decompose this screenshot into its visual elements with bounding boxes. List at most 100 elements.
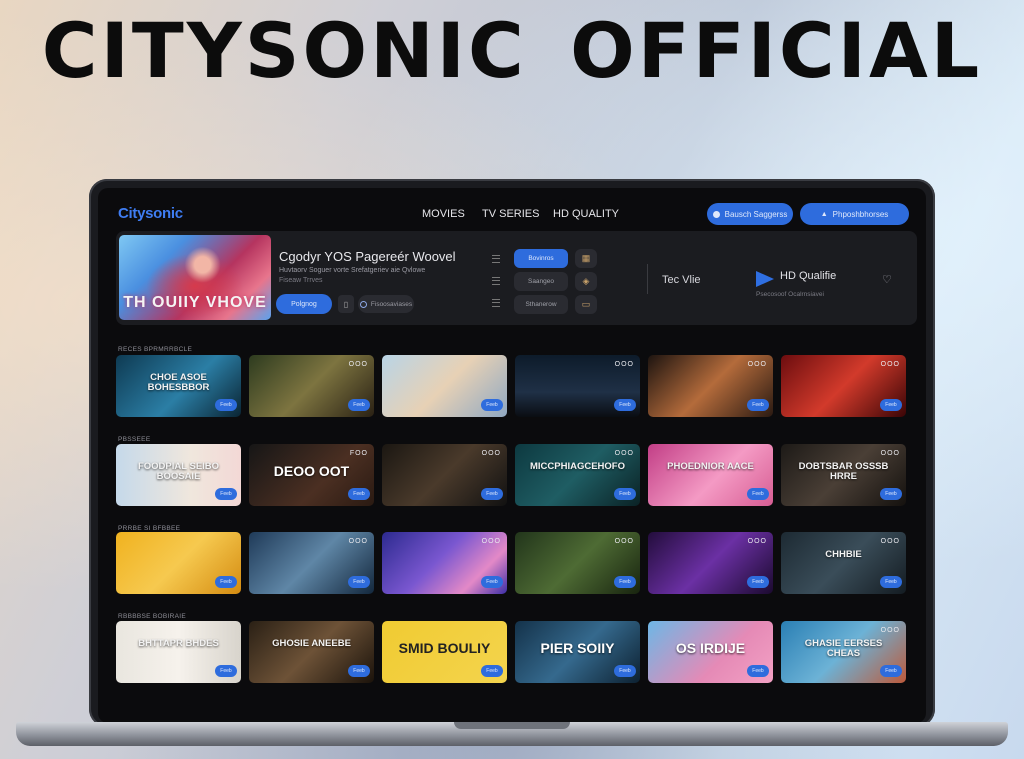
info-chip-label: Fisoosaviases (370, 300, 413, 308)
movie-card-button[interactable]: Feeb (880, 399, 902, 411)
movie-card-button[interactable]: Feeb (348, 488, 370, 500)
movie-card-button[interactable]: Feeb (747, 488, 769, 500)
movie-card[interactable]: CHOE ASOE BOHESBBOR Feeb (116, 355, 241, 417)
movie-card-button[interactable]: Feeb (614, 488, 636, 500)
featured-meta: Fiseaw Trrves (279, 277, 323, 284)
heart-icon[interactable]: ♡ (882, 273, 892, 286)
movie-card-button[interactable]: Feeb (481, 488, 503, 500)
menu-icon (492, 277, 500, 285)
movie-card[interactable]: DOBTSBAR OSSSB HRRE OOO Feeb (781, 444, 906, 506)
top-nav: Citysonic MOVIES TV SERIES HD QUALITY Ba… (98, 188, 926, 234)
movie-card-button[interactable]: Feeb (215, 576, 237, 588)
movie-card-button[interactable]: Feeb (481, 665, 503, 677)
movie-card-button[interactable]: Feeb (215, 488, 237, 500)
featured-description: Huvtaorv Soguer vorte Srefatgeriev aie Q… (279, 267, 426, 274)
movie-card-button[interactable]: Feeb (614, 399, 636, 411)
movie-card[interactable]: DEOO OOT FOO Feeb (249, 444, 374, 506)
app-logo[interactable]: Citysonic (118, 205, 183, 222)
movie-card[interactable]: OOO Feeb (382, 532, 507, 594)
movie-card[interactable]: PIER SOIIY Feeb (515, 621, 640, 683)
movie-card-title: SMID BOULIY (398, 640, 491, 656)
row-title: PBSSEEE (118, 436, 151, 443)
movie-card-title: GHASIE EERSES CHEAS (804, 638, 883, 659)
movie-card-badge: OOO (747, 538, 767, 545)
user-icon (712, 210, 720, 218)
movie-card-title: CHHBIE (825, 549, 862, 560)
screen-icon[interactable]: ▭ (575, 295, 597, 314)
movie-card-button[interactable]: Feeb (481, 576, 503, 588)
movie-card-button[interactable]: Feeb (215, 399, 237, 411)
movie-card[interactable]: CHHBIE OOO Feeb (781, 532, 906, 594)
movie-card-button[interactable]: Feeb (614, 665, 636, 677)
movie-card-button[interactable]: Feeb (614, 576, 636, 588)
nav-button-2-label: Phposhbhorses (832, 209, 889, 219)
movie-card-title: OS IRDIJE (675, 640, 746, 656)
warning-icon: ▲ (820, 210, 828, 218)
movie-card[interactable]: OOO Feeb (648, 355, 773, 417)
movie-card-title: CHOE ASOE BOHESBBOR (147, 372, 210, 393)
movie-card-title: FOODPIAL SEIBO BOOSAIE (137, 461, 220, 482)
movie-card-button[interactable]: Feeb (481, 399, 503, 411)
nav-button-2[interactable]: ▲ Phposhbhorses (800, 203, 909, 225)
movie-card[interactable]: Feeb (382, 355, 507, 417)
hd-quality-sub: Psecosoof Ocalrnsiavei (756, 291, 824, 298)
movie-card[interactable]: GHASIE EERSES CHEAS OOO Feeb (781, 621, 906, 683)
movie-card[interactable]: PHOEDNIOR AACE Feeb (648, 444, 773, 506)
movie-card-title: DOBTSBAR OSSSB HRRE (798, 461, 889, 482)
featured-poster[interactable]: TH OUIIY VHOVE (119, 235, 271, 320)
movie-card[interactable]: OOO Feeb (382, 444, 507, 506)
tag-icon[interactable]: ◈ (575, 272, 597, 291)
movie-card[interactable]: GHOSIE ANEEBE Feeb (249, 621, 374, 683)
movie-card[interactable]: OOO Feeb (249, 532, 374, 594)
movie-card-button[interactable]: Feeb (348, 399, 370, 411)
movie-card[interactable]: OOO Feeb (515, 355, 640, 417)
laptop-base (16, 722, 1008, 746)
play-button[interactable]: Polgnog (276, 294, 332, 314)
row-title: RECES BPRMRRBCLE (118, 346, 193, 353)
featured-panel: TH OUIIY VHOVE Cgodyr YOS Pagereér Woove… (116, 231, 917, 325)
option-button-3[interactable]: Sthanerow (514, 295, 568, 314)
movie-card-button[interactable]: Feeb (348, 665, 370, 677)
movie-card[interactable]: OOO Feeb (515, 532, 640, 594)
movie-card-button[interactable]: Feeb (880, 576, 902, 588)
option-button-2[interactable]: Saangeo (514, 272, 568, 291)
movie-card[interactable]: MICCPHIAGCEHOFO OOO Feeb (515, 444, 640, 506)
movie-card-button[interactable]: Feeb (747, 399, 769, 411)
tec-label: Tec Vlie (662, 274, 701, 286)
movie-card-button[interactable]: Feeb (215, 665, 237, 677)
movie-card-button[interactable]: Feeb (747, 665, 769, 677)
info-chip[interactable]: Fisoosaviases (358, 295, 414, 313)
nav-link-hd-quality[interactable]: HD QUALITY (553, 208, 619, 220)
menu-icon (492, 255, 500, 263)
movie-card-badge: OOO (348, 538, 368, 545)
movie-card-button[interactable]: Feeb (348, 576, 370, 588)
circle-icon (359, 300, 367, 308)
movie-card[interactable]: FOODPIAL SEIBO BOOSAIE Feeb (116, 444, 241, 506)
movie-card[interactable]: OOO Feeb (781, 355, 906, 417)
movie-card-title: GHOSIE ANEEBE (272, 638, 351, 649)
promo-headline: CITYSONIC OFFICIAL (41, 6, 983, 95)
option-button-1[interactable]: Bovinros (514, 249, 568, 268)
featured-title: Cgodyr YOS Pagereér Woovel (279, 249, 456, 264)
movie-card-button[interactable]: Feeb (880, 488, 902, 500)
row-title: RBBBBSE BOBIRAIE (118, 613, 187, 620)
movie-card[interactable]: SMID BOULIY Feeb (382, 621, 507, 683)
movie-card-badge: OOO (880, 627, 900, 634)
movie-card-badge: OOO (880, 450, 900, 457)
movie-card-button[interactable]: Feeb (747, 576, 769, 588)
bookmark-icon[interactable]: ▯ (338, 295, 354, 313)
movie-card[interactable]: BHTTAPR BHDES Feeb (116, 621, 241, 683)
movie-card[interactable]: OOO Feeb (648, 532, 773, 594)
movie-card-badge: OOO (880, 361, 900, 368)
movie-card-title: BHTTAPR BHDES (138, 638, 219, 649)
nav-button-1[interactable]: Bausch Saggerss (707, 203, 793, 225)
nav-link-movies[interactable]: MOVIES (422, 208, 465, 220)
row-title: PRRBE SI BFBBEE (118, 525, 181, 532)
movie-card[interactable]: OS IRDIJE Feeb (648, 621, 773, 683)
movie-card-button[interactable]: Feeb (880, 665, 902, 677)
nav-link-tv-series[interactable]: TV SERIES (482, 208, 539, 220)
movie-card[interactable]: OOO Feeb (249, 355, 374, 417)
grid-icon[interactable]: ▦ (575, 249, 597, 268)
movie-card[interactable]: Feeb (116, 532, 241, 594)
play-triangle-icon[interactable] (756, 271, 774, 287)
